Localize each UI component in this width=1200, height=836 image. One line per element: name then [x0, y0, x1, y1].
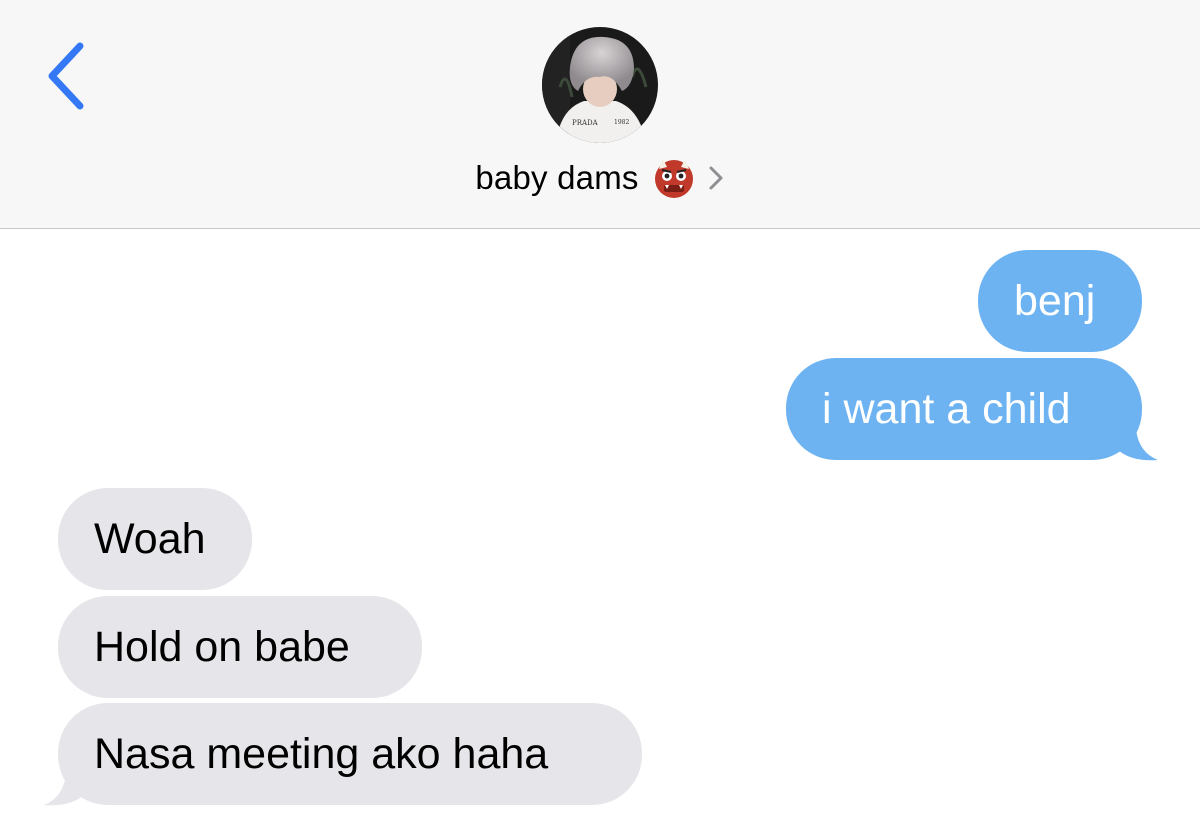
avatar-photo: PRADA 1982 — [542, 27, 658, 143]
message-text: Hold on babe — [94, 622, 350, 671]
japanese-ogre-icon — [653, 157, 695, 199]
svg-text:1982: 1982 — [614, 119, 629, 126]
message-text: benj — [1014, 276, 1096, 325]
chevron-left-icon — [48, 42, 84, 110]
svg-text:PRADA: PRADA — [572, 119, 599, 127]
contact-name-button[interactable]: baby dams — [0, 150, 1200, 206]
back-button[interactable] — [40, 38, 100, 114]
message-bubble-sent[interactable]: benj — [978, 250, 1142, 352]
contact-avatar[interactable]: PRADA 1982 — [542, 27, 658, 143]
message-bubble-received[interactable]: Nasa meeting ako haha — [58, 703, 642, 805]
messages-screen: PRADA 1982 baby dams benj i want a child… — [0, 0, 1200, 836]
message-text: Nasa meeting ako haha — [94, 729, 549, 778]
conversation-header: PRADA 1982 baby dams — [0, 0, 1200, 229]
contact-name: baby dams — [475, 159, 639, 196]
bubble-tail — [1118, 428, 1158, 461]
message-bubble-sent[interactable]: i want a child — [786, 358, 1142, 460]
bubble-tail — [44, 773, 84, 806]
message-bubble-received[interactable]: Hold on babe — [58, 596, 422, 698]
message-text: Woah — [94, 514, 206, 563]
message-text: i want a child — [822, 384, 1071, 433]
message-bubble-received[interactable]: Woah — [58, 488, 252, 590]
chevron-right-icon — [707, 164, 725, 192]
